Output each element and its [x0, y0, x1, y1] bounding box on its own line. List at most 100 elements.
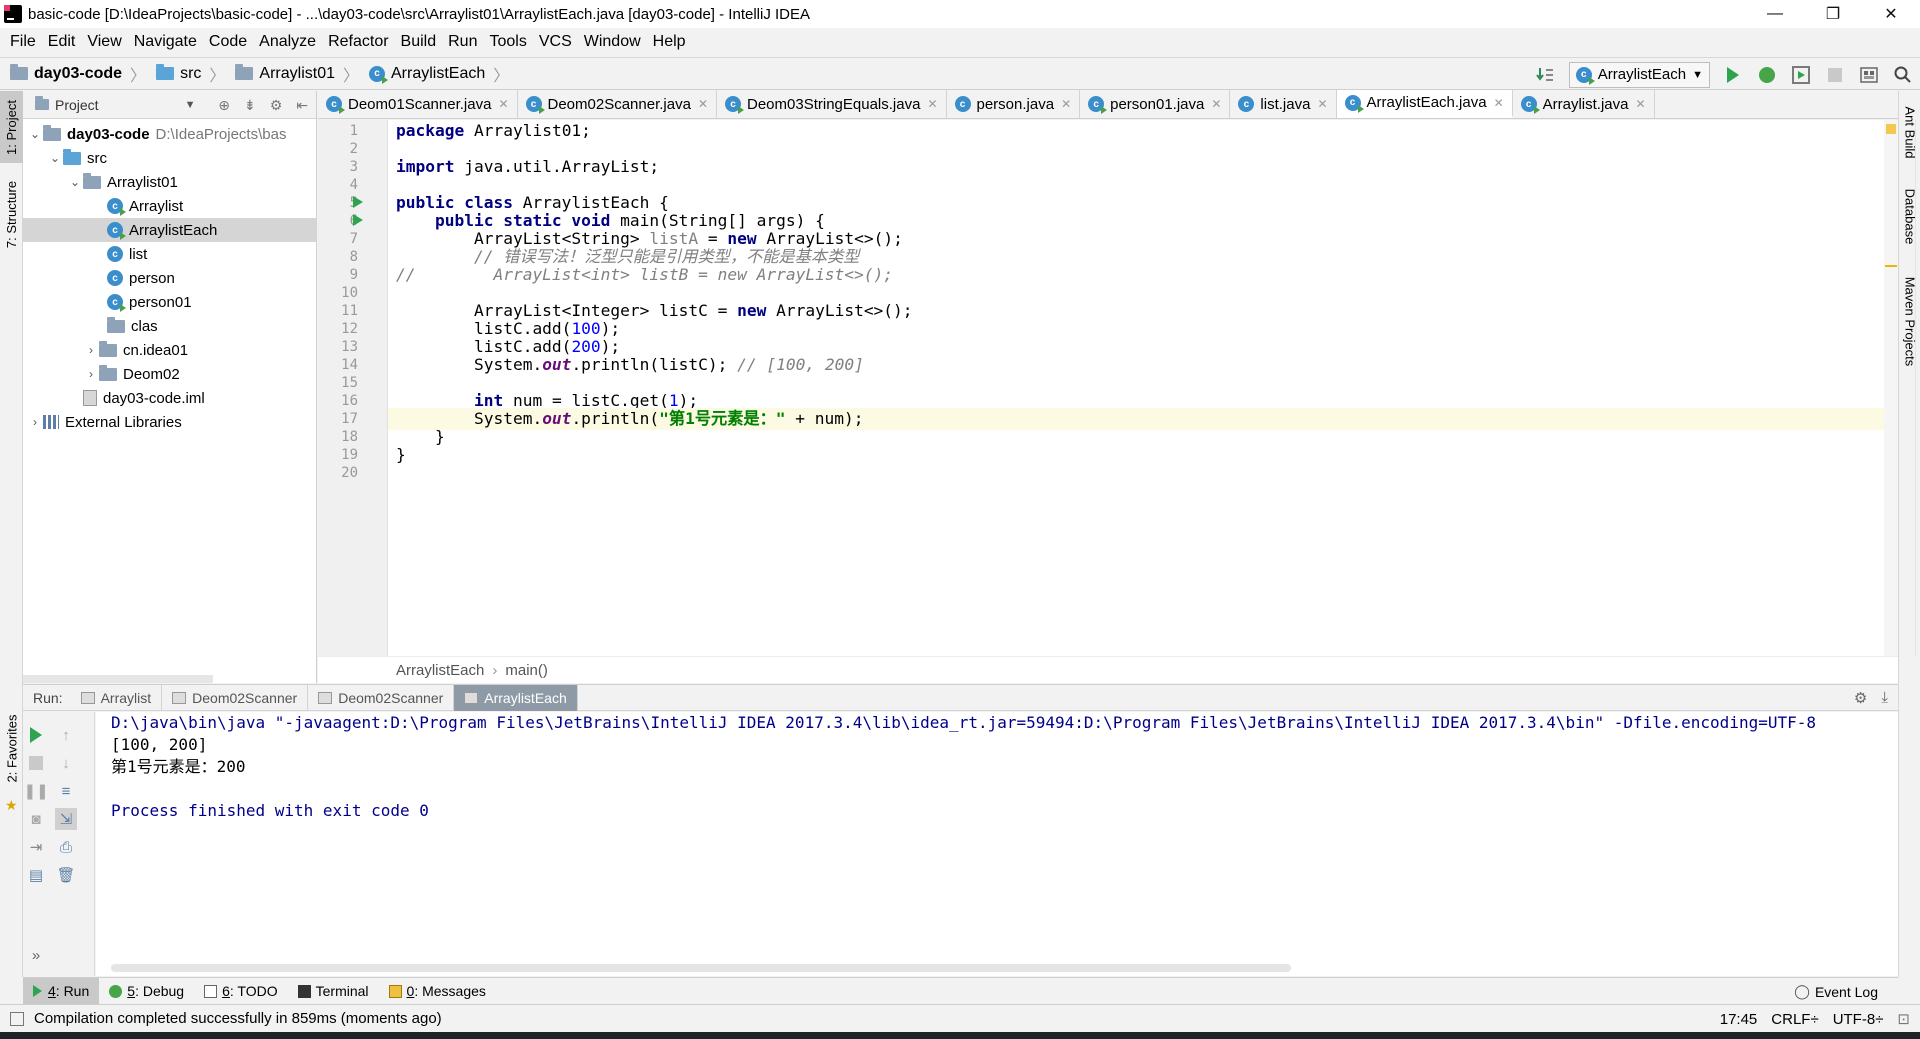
close-icon[interactable]: ✕: [1211, 97, 1221, 111]
tree-item-class-selected[interactable]: c ArraylistEach: [23, 218, 317, 242]
tree-item-iml[interactable]: day03-code.iml: [23, 386, 317, 410]
breadcrumb-package[interactable]: Arraylist01 〉: [235, 62, 359, 86]
editor-tab[interactable]: c Deom01Scanner.java ✕: [318, 90, 518, 118]
favorites-tool-tab[interactable]: 2: Favorites: [0, 703, 23, 793]
project-panel-title[interactable]: Project: [55, 97, 99, 113]
stop-button[interactable]: [1823, 63, 1847, 87]
editor-tab[interactable]: c person.java ✕: [947, 90, 1081, 118]
tree-item-package[interactable]: › cn.idea01: [23, 338, 317, 362]
minimize-button[interactable]: —: [1746, 0, 1804, 28]
menu-window[interactable]: Window: [578, 33, 647, 51]
collapse-all-icon[interactable]: ⇟: [244, 97, 256, 114]
menu-refactor[interactable]: Refactor: [322, 33, 394, 51]
menu-view[interactable]: View: [81, 33, 127, 51]
run-button[interactable]: [1721, 63, 1745, 87]
chevron-right-icon[interactable]: ›: [27, 415, 43, 429]
gear-icon[interactable]: ⚙: [270, 97, 283, 114]
terminal-tool-button[interactable]: Terminal: [288, 978, 379, 1005]
editor-tab[interactable]: c Deom03StringEquals.java ✕: [717, 90, 947, 118]
line-separator[interactable]: CRLF÷: [1771, 1011, 1818, 1028]
chevron-down-icon[interactable]: ▼: [185, 99, 196, 111]
menu-code[interactable]: Code: [203, 33, 253, 51]
menu-edit[interactable]: Edit: [42, 33, 82, 51]
hide-panel-icon[interactable]: ⤓: [1881, 689, 1888, 707]
run-configuration-select[interactable]: c ArraylistEach ▼: [1568, 61, 1710, 88]
editor-tab[interactable]: c Deom02Scanner.java ✕: [518, 90, 717, 118]
menu-build[interactable]: Build: [395, 33, 443, 51]
pause-icon[interactable]: ❚❚: [23, 780, 48, 802]
breadcrumb-method[interactable]: main(): [505, 662, 548, 679]
debug-button[interactable]: [1755, 63, 1779, 87]
scroll-to-end-icon[interactable]: ⇲: [55, 808, 77, 830]
trash-icon[interactable]: 🗑: [55, 864, 77, 886]
lock-icon[interactable]: ⊡: [1897, 1010, 1910, 1028]
tool-windows-icon[interactable]: [10, 1011, 24, 1026]
maven-tool-tab[interactable]: Maven Projects: [1899, 271, 1920, 371]
messages-tool-button[interactable]: 0: Messages: [379, 978, 496, 1005]
debug-tool-button[interactable]: 5: Debug: [99, 978, 194, 1005]
more-icon[interactable]: »: [25, 944, 47, 966]
project-tool-tab[interactable]: 1: Project: [0, 91, 23, 163]
breadcrumb-file[interactable]: c ArraylistEach 〉: [369, 62, 509, 86]
run-console[interactable]: D:\java\bin\java "-javaagent:D:\Program …: [96, 712, 1898, 976]
chevron-down-icon[interactable]: ⌄: [27, 127, 43, 141]
editor-tab[interactable]: c Arraylist.java ✕: [1513, 90, 1655, 118]
gear-icon[interactable]: ⚙: [1854, 689, 1867, 707]
tree-item-class[interactable]: c person01: [23, 290, 317, 314]
run-tab-active[interactable]: ArraylistEach: [454, 684, 578, 711]
editor-scrollbar[interactable]: [1884, 120, 1898, 656]
file-encoding[interactable]: UTF-8÷: [1833, 1011, 1884, 1028]
todo-tool-button[interactable]: 6: TODO: [194, 978, 288, 1005]
close-icon[interactable]: ✕: [927, 97, 937, 111]
tree-item-class[interactable]: c list: [23, 242, 317, 266]
menu-analyze[interactable]: Analyze: [253, 33, 322, 51]
maximize-button[interactable]: ❐: [1804, 0, 1862, 28]
run-tab[interactable]: Arraylist: [71, 684, 163, 711]
code-area[interactable]: package Arraylist01; import java.util.Ar…: [388, 120, 1888, 656]
editor-tab[interactable]: c person01.java ✕: [1080, 90, 1231, 118]
console-horizontal-scrollbar[interactable]: [111, 964, 1291, 972]
menu-vcs[interactable]: VCS: [533, 33, 578, 51]
editor-gutter[interactable]: 1 2 3 4 5 6 7 8 9 10 11 12 13 14 15 16 1…: [318, 120, 388, 656]
hide-panel-icon[interactable]: ⇤: [296, 97, 308, 114]
editor-tab[interactable]: c list.java ✕: [1230, 90, 1337, 118]
menu-tools[interactable]: Tools: [483, 33, 532, 51]
warning-marker[interactable]: [1885, 265, 1897, 267]
database-tool-tab[interactable]: Database: [1899, 181, 1920, 251]
search-everywhere-button[interactable]: [1891, 63, 1915, 87]
rerun-button[interactable]: [25, 724, 47, 746]
tree-item-package[interactable]: ⌄ Arraylist01: [23, 170, 317, 194]
chevron-right-icon[interactable]: ›: [83, 343, 99, 357]
close-icon[interactable]: ✕: [498, 97, 508, 111]
close-icon[interactable]: ✕: [698, 97, 708, 111]
run-main-gutter-icon[interactable]: [353, 214, 363, 226]
chevron-right-icon[interactable]: ›: [83, 367, 99, 381]
breadcrumb-class[interactable]: ArraylistEach: [396, 662, 484, 679]
project-structure-button[interactable]: [1857, 63, 1881, 87]
menu-navigate[interactable]: Navigate: [128, 33, 203, 51]
close-icon[interactable]: ✕: [1061, 97, 1071, 111]
up-arrow-icon[interactable]: ↑: [55, 724, 77, 746]
close-icon[interactable]: ✕: [1635, 97, 1645, 111]
run-class-gutter-icon[interactable]: [353, 196, 363, 208]
menu-run[interactable]: Run: [442, 33, 483, 51]
ant-build-tool-tab[interactable]: Ant Build: [1899, 97, 1920, 167]
tree-item-package[interactable]: clas: [23, 314, 317, 338]
exit-icon[interactable]: ⇥: [25, 836, 47, 858]
caret-position[interactable]: 17:45: [1720, 1011, 1758, 1028]
chevron-down-icon[interactable]: ⌄: [67, 175, 83, 189]
tree-item-external-libraries[interactable]: › External Libraries: [23, 410, 317, 434]
tree-item-package[interactable]: › Deom02: [23, 362, 317, 386]
event-log-button[interactable]: ◯ Event Log: [1794, 978, 1878, 1005]
scroll-from-source-icon[interactable]: ⊕: [218, 97, 230, 114]
tree-item-class[interactable]: c person: [23, 266, 317, 290]
stop-button[interactable]: [25, 752, 47, 774]
tree-item-src[interactable]: ⌄ src: [23, 146, 317, 170]
breadcrumb-module[interactable]: day03-code 〉: [10, 62, 146, 86]
coverage-button[interactable]: [1789, 63, 1813, 87]
build-project-icon[interactable]: [1534, 63, 1558, 87]
soft-wrap-icon[interactable]: ≡: [55, 780, 77, 802]
breadcrumb-src[interactable]: src 〉: [156, 62, 225, 86]
menu-help[interactable]: Help: [647, 33, 692, 51]
chevron-down-icon[interactable]: ⌄: [47, 151, 63, 165]
